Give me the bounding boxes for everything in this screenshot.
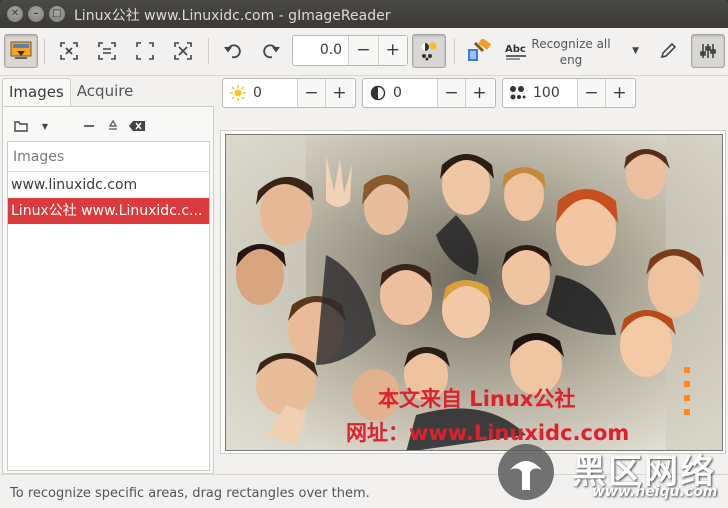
recognize-all-button[interactable]: Abc Recognize all eng ▼ bbox=[500, 35, 645, 69]
select-region-icon bbox=[98, 42, 116, 60]
autolayout-button[interactable] bbox=[52, 34, 86, 68]
rotation-value[interactable]: 0.0 bbox=[293, 36, 348, 65]
add-images-button[interactable] bbox=[9, 115, 33, 137]
svg-text:Abc: Abc bbox=[505, 44, 526, 55]
select-region-button[interactable] bbox=[90, 34, 124, 68]
clear-images-button[interactable] bbox=[125, 115, 149, 137]
add-images-dropdown[interactable]: ▼ bbox=[33, 115, 57, 137]
title-bar: ✕ – □ Linux公社 www.Linuxidc.com - gImageR… bbox=[0, 0, 728, 28]
list-item-selected[interactable]: Linux公社 www.Linuxidc.c... bbox=[8, 198, 209, 224]
minus-icon bbox=[84, 125, 94, 127]
images-list: Images www.linuxidc.com Linux公社 www.Linu… bbox=[7, 141, 210, 471]
source-tabs: Images Acquire bbox=[2, 78, 139, 106]
edit-icon bbox=[660, 42, 677, 59]
contrast-spinbox[interactable]: 0 − + bbox=[362, 78, 496, 108]
image-controls-icon bbox=[421, 42, 437, 61]
brightness-icon bbox=[230, 85, 246, 101]
chevron-down-icon[interactable]: ▼ bbox=[632, 46, 639, 56]
autolayout-icon bbox=[60, 42, 78, 60]
images-tab-panel: ▼ Images www.linuxidc.com Linux公社 www.Li… bbox=[2, 106, 214, 474]
recycle-icon bbox=[108, 119, 118, 130]
recognize-all-label: Recognize all bbox=[531, 37, 611, 51]
ocr-mode-icon bbox=[468, 39, 491, 61]
contrast-icon bbox=[370, 85, 386, 101]
folder-icon bbox=[14, 121, 28, 132]
rotate-left-button[interactable] bbox=[216, 34, 250, 68]
maximize-window-button[interactable]: □ bbox=[49, 6, 65, 22]
brightness-spinbox[interactable]: 0 − + bbox=[222, 78, 356, 108]
rotation-minus-button[interactable]: − bbox=[348, 36, 378, 65]
loaded-photo: 本文来自 Linux公社 网址：www.Linuxidc.com bbox=[225, 134, 723, 451]
ocr-mode-button[interactable] bbox=[462, 34, 496, 68]
resolution-icon bbox=[510, 86, 526, 100]
rotation-spinbox[interactable]: 0.0 − + bbox=[292, 35, 408, 66]
edit-output-button[interactable] bbox=[651, 34, 685, 68]
recognize-language: eng bbox=[559, 53, 583, 67]
heiqu-watermark: 黑区网络 www.heiqu.com bbox=[496, 440, 728, 508]
delete-image-button[interactable] bbox=[101, 115, 125, 137]
resolution-value[interactable]: 100 bbox=[533, 85, 577, 101]
sources-toggle-icon bbox=[10, 41, 32, 59]
tab-images[interactable]: Images bbox=[2, 78, 71, 106]
resolution-plus-button[interactable]: + bbox=[605, 79, 633, 107]
rotation-plus-button[interactable]: + bbox=[377, 36, 408, 65]
images-list-header: Images bbox=[8, 142, 209, 172]
window-title: Linux公社 www.Linuxidc.com - gImageReader bbox=[74, 8, 391, 24]
rotate-left-icon bbox=[224, 44, 241, 59]
resolution-spinbox[interactable]: 100 − + bbox=[502, 78, 636, 108]
settings-icon bbox=[700, 44, 716, 58]
chevron-down-icon: ▼ bbox=[41, 121, 49, 131]
rotate-right-icon bbox=[263, 44, 280, 59]
zoom-original-button[interactable] bbox=[166, 34, 200, 68]
brightness-minus-button[interactable]: − bbox=[297, 79, 325, 107]
watermark-line1: 本文来自 Linux公社 bbox=[378, 387, 576, 411]
recognize-label: Recognize all eng bbox=[526, 36, 616, 68]
minimize-window-button[interactable]: – bbox=[28, 6, 44, 22]
brightness-plus-button[interactable]: + bbox=[325, 79, 353, 107]
close-window-button[interactable]: ✕ bbox=[7, 6, 23, 22]
remove-image-button[interactable] bbox=[77, 115, 101, 137]
zoom-fit-icon bbox=[136, 42, 154, 60]
zoom-original-icon bbox=[174, 42, 192, 60]
brightness-value[interactable]: 0 bbox=[253, 85, 297, 101]
contrast-minus-button[interactable]: − bbox=[437, 79, 465, 107]
image-controls-button[interactable] bbox=[412, 34, 446, 68]
abc-icon: Abc bbox=[505, 44, 526, 60]
heiqu-url: www.heiqu.com bbox=[592, 484, 718, 500]
sources-toggle-button[interactable] bbox=[4, 34, 38, 68]
main-toolbar: 0.0 − + Abc Recognize all eng ▼ bbox=[0, 28, 728, 76]
resolution-minus-button[interactable]: − bbox=[577, 79, 605, 107]
status-text: To recognize specific areas, drag rectan… bbox=[10, 486, 370, 501]
image-canvas[interactable]: 本文来自 Linux公社 网址：www.Linuxidc.com bbox=[220, 130, 726, 454]
list-item[interactable]: www.linuxidc.com bbox=[8, 172, 209, 198]
contrast-plus-button[interactable]: + bbox=[465, 79, 493, 107]
clear-icon bbox=[129, 121, 145, 131]
tab-acquire[interactable]: Acquire bbox=[71, 78, 140, 106]
zoom-fit-button[interactable] bbox=[128, 34, 162, 68]
images-toolbar: ▼ bbox=[9, 115, 149, 137]
image-view-area: 0 − + 0 − + 100 − + 本文来自 Linux公社 网址：www.… bbox=[216, 76, 728, 474]
rotate-right-button[interactable] bbox=[254, 34, 288, 68]
contrast-value[interactable]: 0 bbox=[393, 85, 437, 101]
output-pane-button[interactable] bbox=[691, 34, 725, 68]
sources-panel: Images Acquire ▼ Images www.linuxidc.com bbox=[0, 76, 216, 474]
